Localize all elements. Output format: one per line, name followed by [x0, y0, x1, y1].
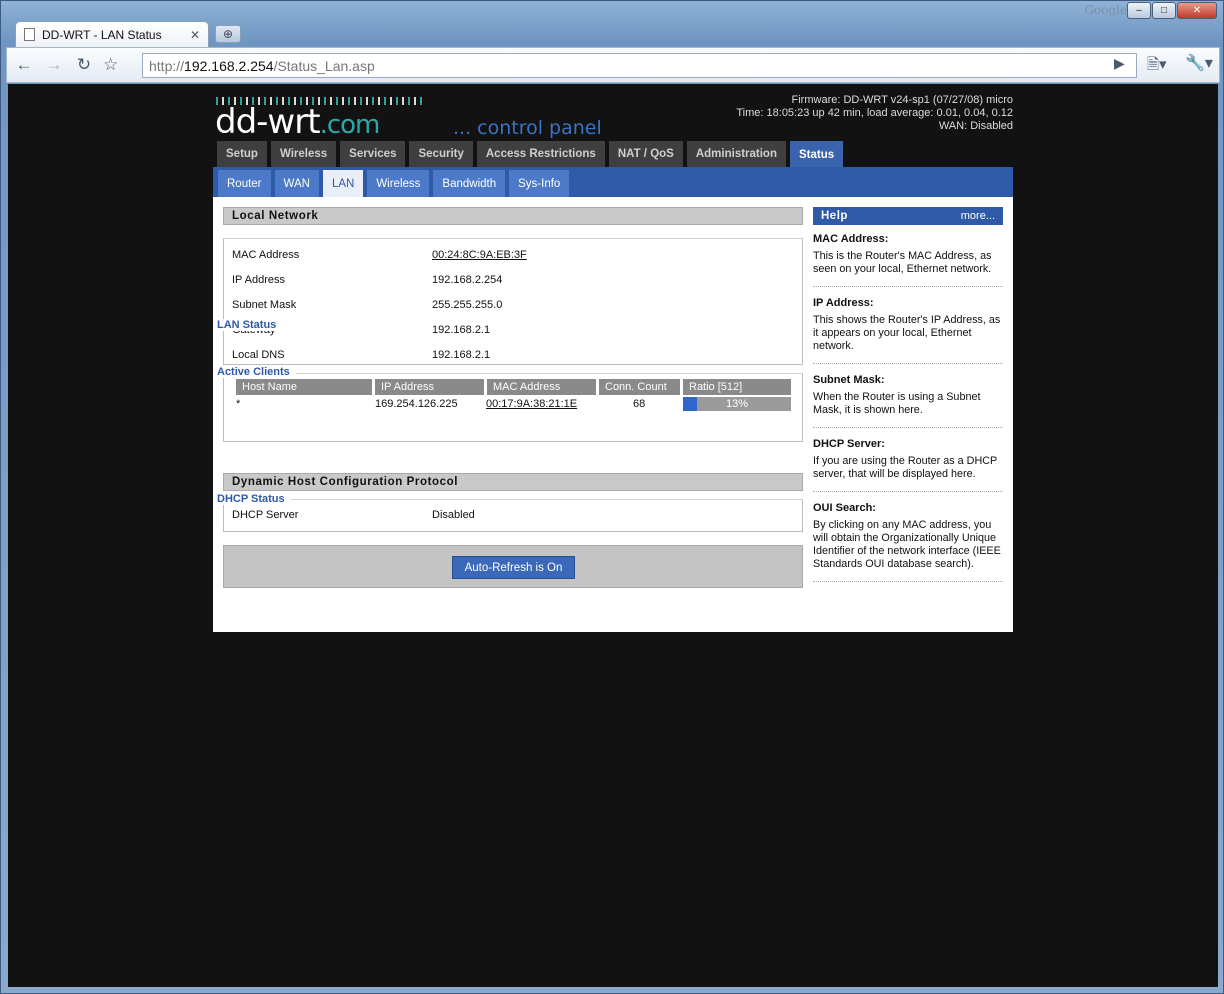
tab-administration[interactable]: Administration [686, 141, 786, 167]
client-ip: 169.254.126.225 [375, 398, 458, 410]
tab-wireless[interactable]: Wireless [270, 141, 337, 167]
go-icon[interactable]: ▶ [1114, 55, 1125, 72]
help-item-mac: MAC Address: This is the Router's MAC Ad… [813, 233, 1003, 287]
content-panel: Local Network MAC Address 00:24:8C:9A:EB… [213, 197, 1013, 632]
local-dns-label: Local DNS [232, 349, 285, 361]
tab-services[interactable]: Services [340, 141, 406, 167]
url-path: /Status_Lan.asp [273, 57, 375, 74]
ddwrt-logo: dd-wrt.com [215, 102, 380, 142]
google-label: Google [1084, 3, 1127, 17]
ddwrt-page: dd-wrt.com ... control panel Firmware: D… [213, 84, 1013, 632]
browser-tab[interactable]: DD-WRT - LAN Status ✕ [15, 21, 209, 47]
tab-nat-qos[interactable]: NAT / QoS [608, 141, 683, 167]
tab-close-icon[interactable]: ✕ [190, 28, 200, 42]
help-item-title: DHCP Server: [813, 438, 885, 450]
subtab-bandwidth[interactable]: Bandwidth [433, 170, 506, 197]
main-tabs: Setup Wireless Services Security Access … [217, 141, 844, 168]
client-ratio-bar: 13% [683, 397, 791, 411]
subtab-wireless[interactable]: Wireless [367, 170, 430, 197]
subtab-sys-info[interactable]: Sys-Info [509, 170, 570, 197]
help-item-title: MAC Address: [813, 233, 889, 245]
bookmark-star-icon[interactable]: ☆ [103, 55, 118, 75]
subnet-mask-label: Subnet Mask [232, 299, 297, 311]
active-clients-fieldset: Host Name IP Address MAC Address Conn. C… [223, 373, 803, 442]
client-host: * [236, 398, 241, 410]
address-bar[interactable]: http://192.168.2.254/Status_Lan.asp [142, 53, 1137, 78]
help-item-dhcp: DHCP Server: If you are using the Router… [813, 438, 1003, 492]
back-icon[interactable]: ← [11, 52, 37, 78]
uptime-info: Time: 18:05:23 up 42 min, load average: … [736, 107, 1013, 119]
help-item-body: This shows the Router's IP Address, as i… [813, 314, 1001, 352]
page-menu-icon[interactable]: 🗎▾ [1147, 54, 1167, 79]
gateway-value: 192.168.2.1 [432, 324, 491, 336]
wrench-menu-icon[interactable]: 🔧▾ [1185, 53, 1213, 73]
dhcp-heading: Dynamic Host Configuration Protocol [223, 473, 803, 491]
help-item-title: IP Address: [813, 297, 874, 309]
subtab-wan[interactable]: WAN [274, 170, 319, 197]
clients-table-header: Host Name IP Address MAC Address Conn. C… [236, 379, 791, 395]
tab-security[interactable]: Security [409, 141, 473, 167]
auto-refresh-button[interactable]: Auto-Refresh is On [452, 556, 575, 579]
help-heading: Help more... [813, 207, 1003, 225]
page-icon [24, 28, 35, 41]
ip-address-label: IP Address [232, 274, 285, 286]
dhcp-status-legend: DHCP Status [217, 493, 291, 505]
tab-setup[interactable]: Setup [217, 141, 267, 167]
help-item-oui: OUI Search: By clicking on any MAC addre… [813, 502, 1003, 582]
subtab-lan[interactable]: LAN [322, 170, 364, 197]
tab-title: DD-WRT - LAN Status [42, 27, 162, 42]
forward-icon[interactable]: → [41, 52, 67, 78]
mac-address-value[interactable]: 00:24:8C:9A:EB:3F [432, 249, 527, 261]
dhcp-server-value: Disabled [432, 509, 475, 521]
firmware-info: Firmware: DD-WRT v24-sp1 (07/27/08) micr… [736, 94, 1013, 133]
help-item-ip: IP Address: This shows the Router's IP A… [813, 297, 1003, 364]
col-ip-address: IP Address [375, 379, 484, 395]
help-more-link[interactable]: more... [961, 210, 995, 222]
local-network-heading: Local Network [223, 207, 803, 225]
client-ratio-label: 13% [725, 398, 749, 410]
col-ratio: Ratio [512] [683, 379, 791, 395]
client-mac[interactable]: 00:17:9A:38:21:1E [486, 398, 577, 410]
dhcp-status-fieldset: DHCP Server Disabled [223, 499, 803, 532]
help-item-title: Subnet Mask: [813, 374, 885, 386]
url-scheme: http:// [149, 57, 185, 74]
window-controls: – □ ✕ [1127, 2, 1217, 19]
minimize-icon[interactable]: – [1127, 2, 1151, 19]
browser-window: Google – □ ✕ DD-WRT - LAN Status ✕ ⊕ ← →… [0, 0, 1224, 994]
col-mac-address: MAC Address [487, 379, 596, 395]
maximize-icon[interactable]: □ [1152, 2, 1176, 19]
lan-status-legend: LAN Status [217, 319, 283, 331]
lan-status-fieldset: MAC Address 00:24:8C:9A:EB:3F IP Address… [223, 238, 803, 365]
help-item-title: OUI Search: [813, 502, 876, 514]
help-item-body: If you are using the Router as a DHCP se… [813, 455, 998, 480]
ip-address-value: 192.168.2.254 [432, 274, 503, 286]
url-host: 192.168.2.254 [184, 57, 274, 74]
dhcp-server-label: DHCP Server [232, 509, 299, 521]
help-item-body: By clicking on any MAC address, you will… [813, 519, 1001, 570]
help-title: Help [821, 210, 848, 222]
tab-status[interactable]: Status [789, 141, 844, 168]
firmware-version: Firmware: DD-WRT v24-sp1 (07/27/08) micr… [791, 94, 1013, 106]
mac-address-label: MAC Address [232, 249, 300, 261]
close-window-icon[interactable]: ✕ [1177, 2, 1217, 19]
new-tab-button[interactable]: ⊕ [215, 25, 241, 43]
help-item-body: When the Router is using a Subnet Mask, … [813, 391, 981, 416]
control-panel-title: ... control panel [453, 117, 602, 139]
active-clients-legend: Active Clients [217, 366, 296, 378]
subnet-mask-value: 255.255.255.0 [432, 299, 503, 311]
wan-status: WAN: Disabled [938, 120, 1013, 132]
browser-toolbar: ← → ↻ ☆ http://192.168.2.254/Status_Lan.… [6, 47, 1220, 83]
reload-icon[interactable]: ↻ [71, 52, 97, 78]
page-viewport: dd-wrt.com ... control panel Firmware: D… [8, 84, 1218, 987]
help-item-body: This is the Router's MAC Address, as see… [813, 250, 992, 275]
refresh-area: Auto-Refresh is On [223, 545, 803, 588]
help-item-subnet: Subnet Mask: When the Router is using a … [813, 374, 1003, 428]
client-conn-count: 68 [633, 398, 646, 410]
tab-access-restrictions[interactable]: Access Restrictions [476, 141, 605, 167]
col-conn-count: Conn. Count [599, 379, 680, 395]
col-host-name: Host Name [236, 379, 372, 395]
sub-tabs: Router WAN LAN Wireless Bandwidth Sys-In… [213, 167, 1013, 197]
subtab-router[interactable]: Router [218, 170, 271, 197]
local-dns-value: 192.168.2.1 [432, 349, 491, 361]
